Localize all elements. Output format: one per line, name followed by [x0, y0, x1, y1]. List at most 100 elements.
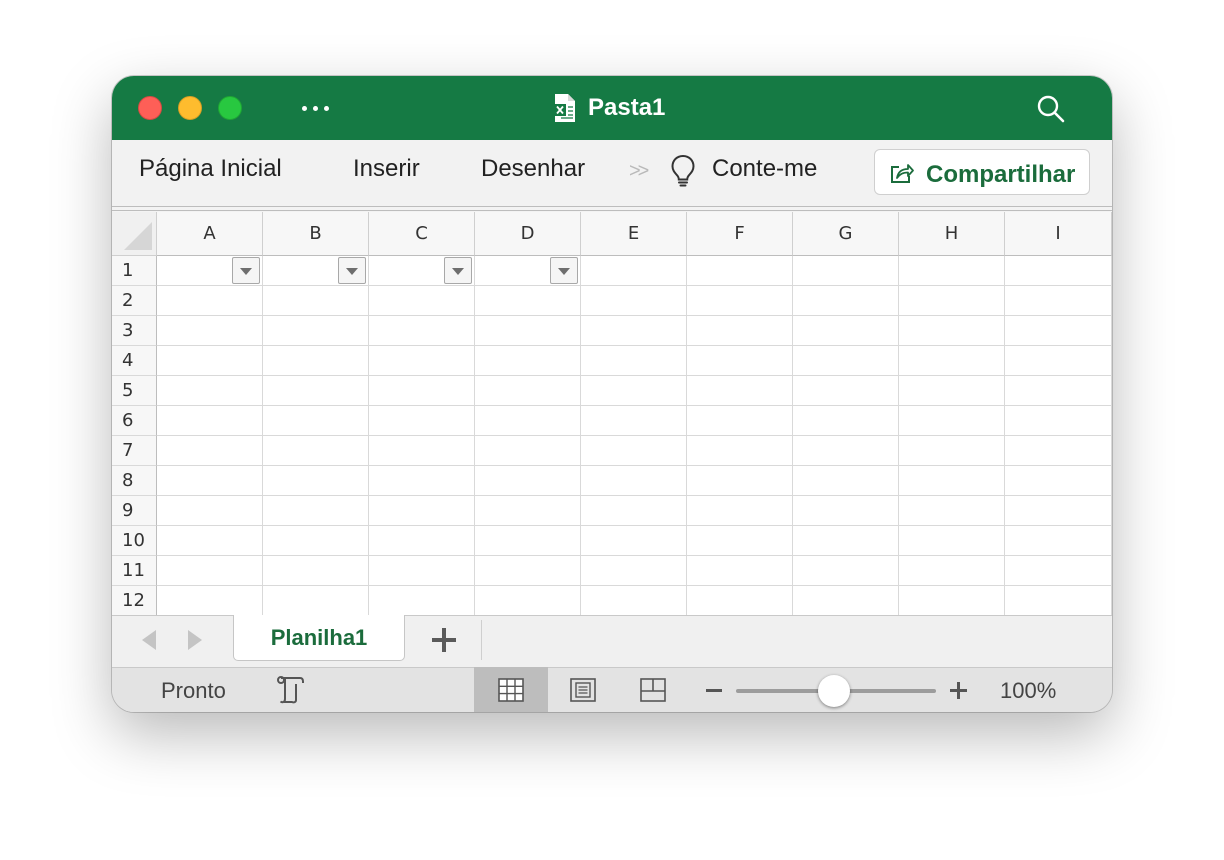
minimize-button[interactable]	[178, 96, 202, 120]
filter-dropdown-arrow-icon[interactable]	[444, 257, 472, 284]
cell-F12[interactable]	[687, 586, 793, 615]
cell-C7[interactable]	[369, 436, 475, 466]
row-header[interactable]: 2	[112, 286, 157, 316]
cell-A7[interactable]	[157, 436, 263, 466]
column-header[interactable]: I	[1005, 212, 1112, 256]
tab-desenhar[interactable]: Desenhar	[481, 155, 585, 183]
cell-H1[interactable]	[899, 256, 1005, 286]
page-break-view-button[interactable]	[616, 667, 690, 712]
cell-I7[interactable]	[1005, 436, 1112, 466]
chevron-double-right-icon[interactable]: >>	[629, 160, 649, 183]
tell-me-label[interactable]: Conte-me	[712, 155, 817, 183]
cell-G1[interactable]	[793, 256, 899, 286]
row-header[interactable]: 11	[112, 556, 157, 586]
cell-A12[interactable]	[157, 586, 263, 615]
next-sheet-arrow-icon[interactable]	[188, 630, 202, 650]
cell-A10[interactable]	[157, 526, 263, 556]
tab-pagina-inicial[interactable]: Página Inicial	[139, 155, 282, 183]
cell-G4[interactable]	[793, 346, 899, 376]
cell-H6[interactable]	[899, 406, 1005, 436]
cell-B9[interactable]	[263, 496, 369, 526]
previous-sheet-arrow-icon[interactable]	[142, 630, 156, 650]
row-header[interactable]: 5	[112, 376, 157, 406]
cell-D5[interactable]	[475, 376, 581, 406]
cell-A2[interactable]	[157, 286, 263, 316]
cell-E4[interactable]	[581, 346, 687, 376]
cell-F6[interactable]	[687, 406, 793, 436]
cell-G10[interactable]	[793, 526, 899, 556]
cell-A11[interactable]	[157, 556, 263, 586]
cell-E8[interactable]	[581, 466, 687, 496]
cell-H5[interactable]	[899, 376, 1005, 406]
cell-D9[interactable]	[475, 496, 581, 526]
cell-C8[interactable]	[369, 466, 475, 496]
cell-G5[interactable]	[793, 376, 899, 406]
column-header[interactable]: C	[369, 212, 475, 256]
cell-I12[interactable]	[1005, 586, 1112, 615]
cell-I11[interactable]	[1005, 556, 1112, 586]
cell-F7[interactable]	[687, 436, 793, 466]
cell-C11[interactable]	[369, 556, 475, 586]
zoom-button[interactable]	[218, 96, 242, 120]
cell-E5[interactable]	[581, 376, 687, 406]
cell-B5[interactable]	[263, 376, 369, 406]
zoom-level[interactable]: 100%	[1000, 678, 1056, 704]
cell-A1[interactable]	[157, 256, 263, 286]
cell-H11[interactable]	[899, 556, 1005, 586]
cell-E3[interactable]	[581, 316, 687, 346]
cell-E7[interactable]	[581, 436, 687, 466]
column-header[interactable]: D	[475, 212, 581, 256]
cell-D4[interactable]	[475, 346, 581, 376]
cell-D10[interactable]	[475, 526, 581, 556]
row-header[interactable]: 6	[112, 406, 157, 436]
cell-H7[interactable]	[899, 436, 1005, 466]
cell-F2[interactable]	[687, 286, 793, 316]
close-button[interactable]	[138, 96, 162, 120]
row-header[interactable]: 9	[112, 496, 157, 526]
cell-C9[interactable]	[369, 496, 475, 526]
cell-G6[interactable]	[793, 406, 899, 436]
column-header[interactable]: E	[581, 212, 687, 256]
cell-C1[interactable]	[369, 256, 475, 286]
cell-D11[interactable]	[475, 556, 581, 586]
cell-D2[interactable]	[475, 286, 581, 316]
cell-F10[interactable]	[687, 526, 793, 556]
cell-G8[interactable]	[793, 466, 899, 496]
zoom-in-icon[interactable]	[950, 682, 967, 699]
cell-I2[interactable]	[1005, 286, 1112, 316]
cell-C10[interactable]	[369, 526, 475, 556]
cell-A5[interactable]	[157, 376, 263, 406]
row-header[interactable]: 12	[112, 586, 157, 615]
cell-C12[interactable]	[369, 586, 475, 615]
cell-E6[interactable]	[581, 406, 687, 436]
lightbulb-icon[interactable]	[670, 154, 696, 188]
zoom-out-icon[interactable]	[706, 689, 722, 692]
cell-H8[interactable]	[899, 466, 1005, 496]
cell-B2[interactable]	[263, 286, 369, 316]
filter-dropdown-arrow-icon[interactable]	[550, 257, 578, 284]
cell-F3[interactable]	[687, 316, 793, 346]
row-header[interactable]: 1	[112, 256, 157, 286]
cell-D7[interactable]	[475, 436, 581, 466]
column-header[interactable]: H	[899, 212, 1005, 256]
cell-E12[interactable]	[581, 586, 687, 615]
cell-F8[interactable]	[687, 466, 793, 496]
filter-dropdown-arrow-icon[interactable]	[232, 257, 260, 284]
cell-A9[interactable]	[157, 496, 263, 526]
row-header[interactable]: 10	[112, 526, 157, 556]
cell-B11[interactable]	[263, 556, 369, 586]
row-header[interactable]: 7	[112, 436, 157, 466]
cell-A8[interactable]	[157, 466, 263, 496]
cell-I6[interactable]	[1005, 406, 1112, 436]
cell-H4[interactable]	[899, 346, 1005, 376]
cell-D1[interactable]	[475, 256, 581, 286]
cell-I3[interactable]	[1005, 316, 1112, 346]
cell-H3[interactable]	[899, 316, 1005, 346]
cell-I1[interactable]	[1005, 256, 1112, 286]
select-all-corner[interactable]	[112, 212, 157, 256]
cell-F5[interactable]	[687, 376, 793, 406]
cell-G2[interactable]	[793, 286, 899, 316]
cell-G11[interactable]	[793, 556, 899, 586]
cell-D12[interactable]	[475, 586, 581, 615]
cell-G7[interactable]	[793, 436, 899, 466]
